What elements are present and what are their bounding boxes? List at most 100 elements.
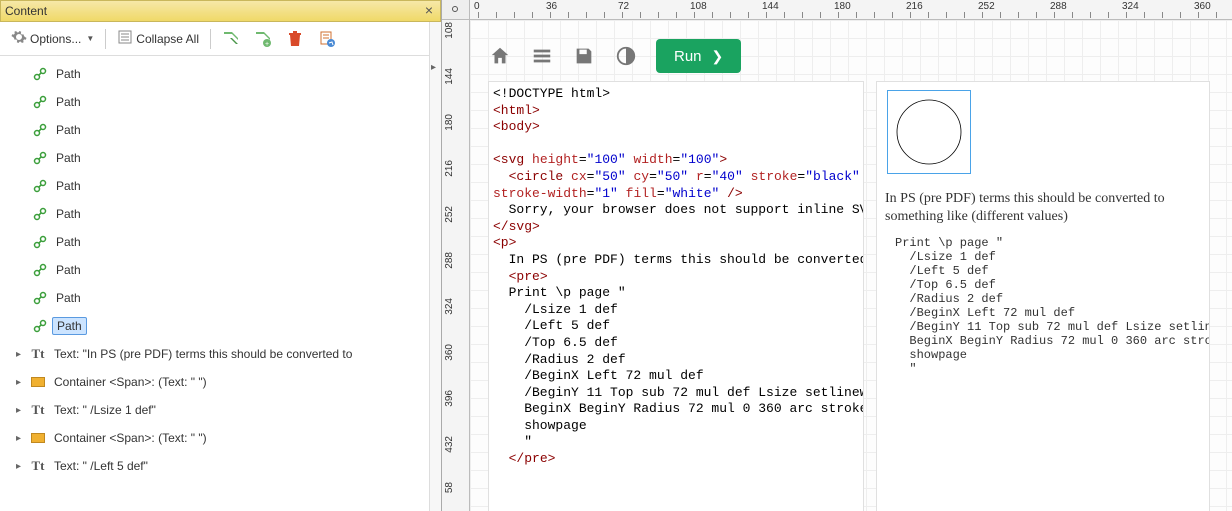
canvas[interactable]: Run ❯ <!DOCTYPE html> <html> <body> <svg… (470, 20, 1232, 511)
ruler-h-label: 72 (618, 1, 629, 12)
tree-item-path[interactable]: Path (0, 116, 429, 144)
tree-item-label: Path (52, 234, 85, 250)
menu-icon[interactable] (530, 44, 554, 68)
path-icon (32, 66, 48, 82)
ruler-h-label: 0 (474, 1, 480, 12)
home-icon[interactable] (488, 44, 512, 68)
ruler-v-label: 58 (444, 482, 455, 493)
ruler-h-label: 360 (1194, 1, 1211, 12)
gear-icon (11, 29, 27, 48)
expand-icon[interactable]: ▸ (16, 349, 26, 360)
expand-icon[interactable]: ▸ (16, 433, 26, 444)
options-button[interactable]: Options... ▼ (6, 26, 99, 51)
ruler-v-label: 432 (444, 436, 455, 453)
ruler-h-label: 144 (762, 1, 779, 12)
path-icon (32, 206, 48, 222)
tag-add2-button[interactable]: + (249, 27, 277, 51)
document-view: 0367210814418021625228832436039643246850… (442, 0, 1232, 511)
path-icon (32, 234, 48, 250)
container-icon (30, 374, 46, 390)
tree-item-path[interactable]: Path (0, 228, 429, 256)
collapse-all-button[interactable]: Collapse All (112, 26, 204, 51)
tree-item-path[interactable]: Path (0, 144, 429, 172)
ruler-horizontal[interactable]: 0367210814418021625228832436039643246850… (470, 0, 1232, 19)
save-icon[interactable] (572, 44, 596, 68)
tree-item-path[interactable]: Path (0, 200, 429, 228)
tree-item-path[interactable]: Path (0, 172, 429, 200)
expand-icon[interactable]: ▸ (16, 377, 26, 388)
contrast-icon[interactable] (614, 44, 638, 68)
svg-text:+: + (265, 41, 269, 48)
tree-item-container[interactable]: ▸ Container <Span>: (Text: " ") (0, 368, 429, 396)
tree-item-label: Path (52, 317, 87, 335)
preview-pane[interactable]: In PS (pre PDF) terms this should be con… (876, 81, 1210, 511)
code-pane[interactable]: <!DOCTYPE html> <html> <body> <svg heigh… (488, 81, 864, 511)
tree-item-label: Container <Span>: (Text: " ") (50, 430, 211, 446)
ruler-v-label: 360 (444, 344, 455, 361)
preview-prose: In PS (pre PDF) terms this should be con… (885, 190, 1201, 226)
ruler-v-label: 180 (444, 114, 455, 131)
container-icon (30, 430, 46, 446)
tree-item-path[interactable]: Path (0, 60, 429, 88)
tree-item-path[interactable]: Path (0, 256, 429, 284)
canvas-toolbar: Run ❯ (488, 38, 741, 74)
tree-item-label: Path (52, 66, 85, 82)
panel-header: Content × (0, 0, 441, 22)
delete-button[interactable] (281, 27, 309, 51)
panel-title: Content (5, 4, 47, 18)
ruler-v-label: 252 (444, 206, 455, 223)
panel-collapse-strip[interactable]: ▸ (429, 22, 441, 511)
tree-item-text[interactable]: ▸TtText: " /Left 5 def" (0, 452, 429, 480)
tree-item-label: Path (52, 290, 85, 306)
ruler-v-label: 324 (444, 298, 455, 315)
chevron-right-icon: ❯ (712, 48, 724, 65)
ruler-v-label: 288 (444, 252, 455, 269)
tree-item-label: Path (52, 206, 85, 222)
collapse-all-label: Collapse All (136, 32, 199, 46)
tree-item-label: Path (52, 122, 85, 138)
tree-item-text[interactable]: ▸TtText: " /Lsize 1 def" (0, 396, 429, 424)
panel-toolbar: Options... ▼ Collapse All + (0, 22, 429, 56)
ruler-v-label: 216 (444, 160, 455, 177)
tree-item-text[interactable]: ▸ TtText: "In PS (pre PDF) terms this sho… (0, 340, 429, 368)
path-icon (32, 122, 48, 138)
ruler-v-label: 144 (444, 68, 455, 85)
ruler-vertical[interactable]: 108 144 180 216 252 288 324 360 396 432 58 (442, 20, 470, 511)
ruler-v-label: 108 (444, 22, 455, 39)
ruler-h-label: 36 (546, 1, 557, 12)
separator (105, 29, 106, 49)
options-label: Options... (30, 32, 81, 46)
expand-icon[interactable]: ▸ (16, 405, 26, 416)
path-icon (32, 262, 48, 278)
svg-circle-preview (887, 90, 971, 174)
tree-item-path[interactable]: Path (0, 284, 429, 312)
chevron-right-icon[interactable]: ▸ (431, 62, 436, 73)
expand-icon[interactable]: ▸ (16, 461, 26, 472)
properties-button[interactable] (313, 27, 341, 51)
chevron-down-icon: ▼ (86, 34, 94, 43)
run-label: Run (674, 48, 702, 65)
tree-item-label: Path (52, 262, 85, 278)
tag-add-button[interactable] (217, 27, 245, 51)
close-icon[interactable]: × (422, 4, 436, 18)
tree-item-container[interactable]: ▸ Container <Span>: (Text: " ") (0, 424, 429, 452)
tree-item-label: Text: "In PS (pre PDF) terms this should… (50, 346, 356, 362)
ruler-h-label: 288 (1050, 1, 1067, 12)
tree-item-label: Path (52, 150, 85, 166)
tree-item-path[interactable]: Path (0, 88, 429, 116)
ruler-h-label: 216 (906, 1, 923, 12)
path-icon (32, 150, 48, 166)
path-icon (32, 290, 48, 306)
ruler-v-label: 396 (444, 390, 455, 407)
tree-item-label: Container <Span>: (Text: " ") (50, 374, 211, 390)
tree-item-label: Path (52, 94, 85, 110)
content-tree[interactable]: Path Path Path Path Path Path Path Path Path Path… (0, 56, 429, 511)
ruler-origin[interactable] (442, 0, 470, 19)
run-button[interactable]: Run ❯ (656, 39, 741, 73)
tree-item-path[interactable]: Path (0, 312, 429, 340)
path-icon (32, 178, 48, 194)
text-icon: Tt (30, 346, 46, 362)
content-panel: Content × Options... ▼ Collapse All (0, 0, 442, 511)
ruler-h-label: 108 (690, 1, 707, 12)
ruler-h-label: 252 (978, 1, 995, 12)
